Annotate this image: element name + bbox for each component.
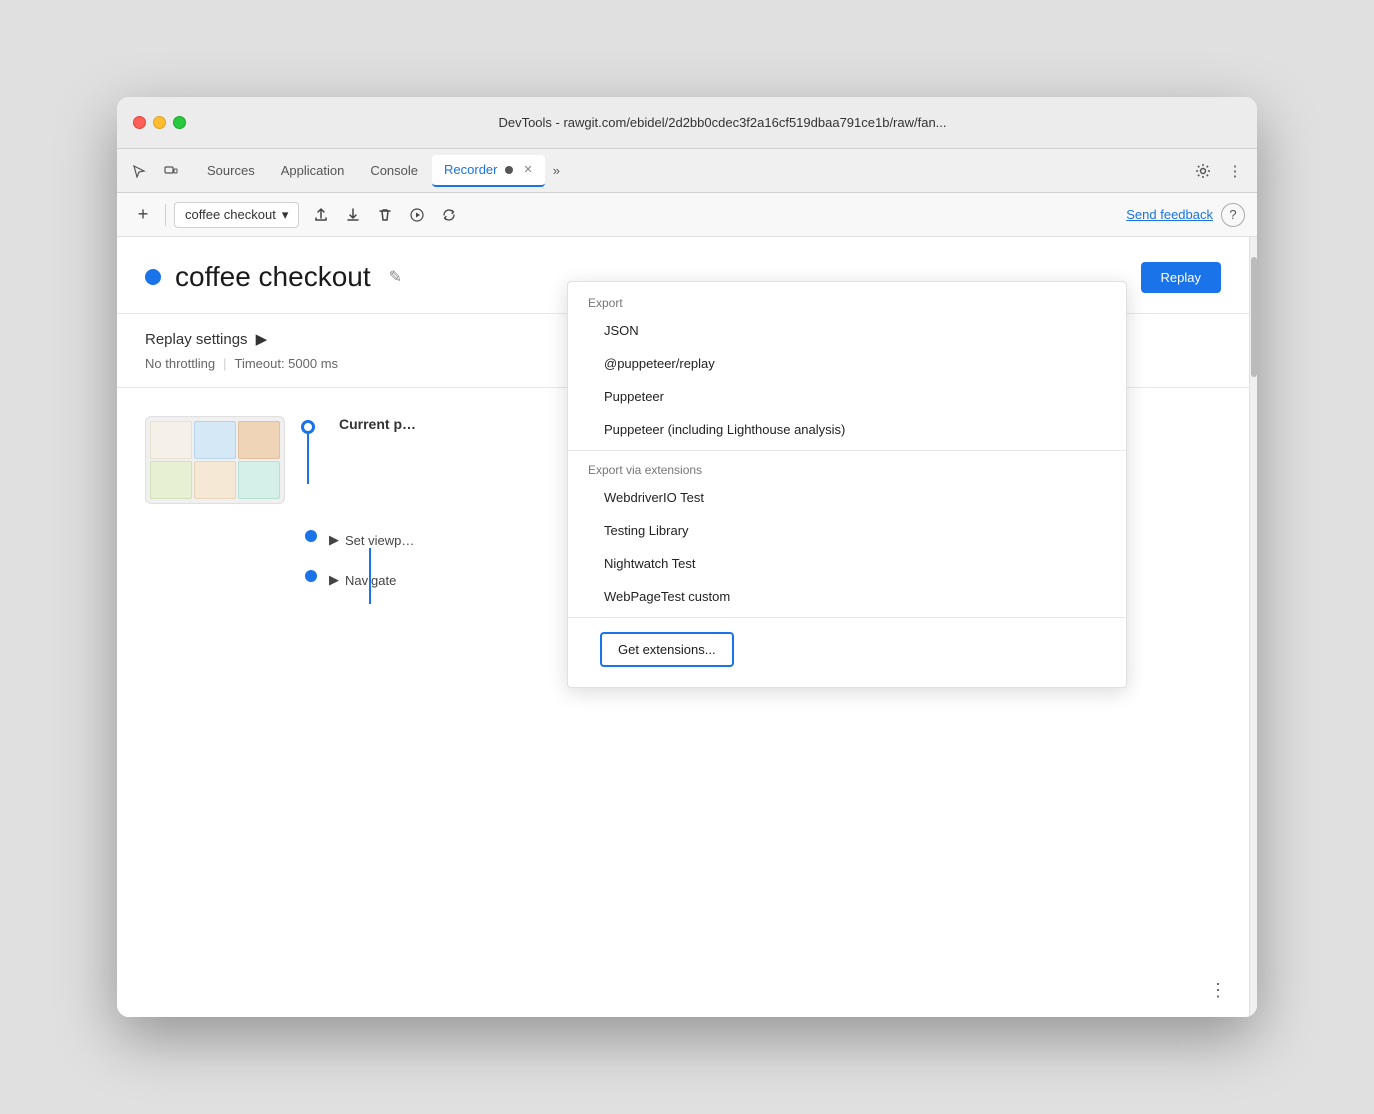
throttle-label: No throttling	[145, 356, 215, 371]
scrollbar-track[interactable]	[1249, 237, 1257, 1017]
navigate-arrow-icon: ▶	[329, 572, 339, 588]
toolbar-divider	[165, 204, 166, 226]
three-dots-icon[interactable]: ⋮	[1209, 980, 1229, 1000]
window-title: DevTools - rawgit.com/ebidel/2d2bb0cdec3…	[204, 115, 1241, 130]
tab-more[interactable]: »	[547, 159, 566, 182]
bottom-options[interactable]: ⋮	[1209, 980, 1229, 1001]
step-viewport-label: Set viewp…	[345, 533, 414, 548]
delete-button[interactable]	[371, 201, 399, 229]
menu-divider	[568, 450, 1126, 451]
step-expand-viewport[interactable]: ▶ Set viewp…	[329, 532, 414, 548]
timeline-line-long	[369, 548, 371, 604]
tab-sources[interactable]: Sources	[195, 155, 267, 187]
minimize-button[interactable]	[153, 116, 166, 129]
cursor-icon[interactable]	[125, 157, 153, 185]
replay-button[interactable]: Replay	[1141, 262, 1221, 293]
traffic-lights	[133, 116, 186, 129]
extensions-section-label: Export via extensions	[568, 455, 1126, 481]
tab-application[interactable]: Application	[269, 155, 357, 187]
tabbar: Sources Application Console Recorder ✕ »…	[117, 149, 1257, 193]
toolbar-actions	[307, 201, 463, 229]
recording-title: coffee checkout	[175, 261, 371, 293]
settings-arrow-icon: ▶	[256, 330, 268, 348]
chevron-down-icon: ▾	[282, 207, 289, 223]
send-feedback-link[interactable]: Send feedback	[1126, 207, 1213, 222]
settings-icon[interactable]	[1189, 157, 1217, 185]
viewport-dot	[305, 530, 317, 542]
thumb-cell	[238, 421, 280, 459]
tab-console-label: Console	[370, 163, 418, 178]
tab-close-icon[interactable]: ✕	[523, 163, 532, 176]
export-testing-library-item[interactable]: Testing Library	[568, 514, 1126, 547]
export-webdriverio-item[interactable]: WebdriverIO Test	[568, 481, 1126, 514]
tab-application-label: Application	[281, 163, 345, 178]
export-puppeteer-item[interactable]: Puppeteer	[568, 380, 1126, 413]
tab-sources-label: Sources	[207, 163, 255, 178]
scrollbar-thumb[interactable]	[1251, 257, 1257, 377]
titlebar: DevTools - rawgit.com/ebidel/2d2bb0cdec3…	[117, 97, 1257, 149]
thumb-cell	[150, 461, 192, 499]
get-extensions-button[interactable]: Get extensions...	[600, 632, 734, 667]
thumb-cell	[194, 461, 236, 499]
download-button[interactable]	[339, 201, 367, 229]
toolbar-right: Send feedback ?	[1126, 203, 1245, 227]
export-puppeteer-replay-item[interactable]: @puppeteer/replay	[568, 347, 1126, 380]
thumb-cell	[238, 461, 280, 499]
tab-recorder[interactable]: Recorder ✕	[432, 155, 545, 187]
add-recording-button[interactable]: +	[129, 201, 157, 229]
menu-divider-2	[568, 617, 1126, 618]
expand-arrow-icon: ▶	[329, 532, 339, 548]
recording-selector-name: coffee checkout	[185, 207, 276, 222]
tab-recorder-label: Recorder	[444, 162, 497, 177]
thumb-cell	[194, 421, 236, 459]
settings-separator: |	[223, 356, 226, 371]
play-button[interactable]	[403, 201, 431, 229]
close-button[interactable]	[133, 116, 146, 129]
more-options-icon[interactable]: ⋮	[1221, 157, 1249, 185]
export-button[interactable]	[307, 201, 335, 229]
tabbar-right: ⋮	[1189, 157, 1249, 185]
help-button[interactable]: ?	[1221, 203, 1245, 227]
toolbar: + coffee checkout ▾	[117, 193, 1257, 237]
nav-icons	[125, 157, 185, 185]
export-webpagetest-item[interactable]: WebPageTest custom	[568, 580, 1126, 613]
timeout-label: Timeout: 5000 ms	[234, 356, 338, 371]
recorder-icon	[503, 164, 515, 176]
main-content: coffee checkout ✎ Replay Replay settings…	[117, 237, 1257, 1017]
timeline-step1	[301, 416, 315, 484]
devtools-window: DevTools - rawgit.com/ebidel/2d2bb0cdec3…	[117, 97, 1257, 1017]
export-json-item[interactable]: JSON	[568, 314, 1126, 347]
settings-title-text: Replay settings	[145, 331, 248, 348]
step-thumbnail	[145, 416, 285, 504]
replay-continuous-button[interactable]	[435, 201, 463, 229]
timeline-circle	[301, 420, 315, 434]
recording-indicator	[145, 269, 161, 285]
step-expand-navigate[interactable]: ▶ Navigate	[329, 572, 396, 588]
tab-console[interactable]: Console	[358, 155, 430, 187]
device-icon[interactable]	[157, 157, 185, 185]
recording-selector[interactable]: coffee checkout ▾	[174, 202, 299, 228]
export-dropdown-menu: Export JSON @puppeteer/replay Puppeteer …	[567, 281, 1127, 688]
export-section-label: Export	[568, 288, 1126, 314]
navigate-dot	[305, 570, 317, 582]
timeline-line	[307, 434, 309, 484]
export-puppeteer-lighthouse-item[interactable]: Puppeteer (including Lighthouse analysis…	[568, 413, 1126, 446]
export-nightwatch-item[interactable]: Nightwatch Test	[568, 547, 1126, 580]
maximize-button[interactable]	[173, 116, 186, 129]
edit-title-icon[interactable]: ✎	[389, 267, 402, 287]
thumb-cell	[150, 421, 192, 459]
